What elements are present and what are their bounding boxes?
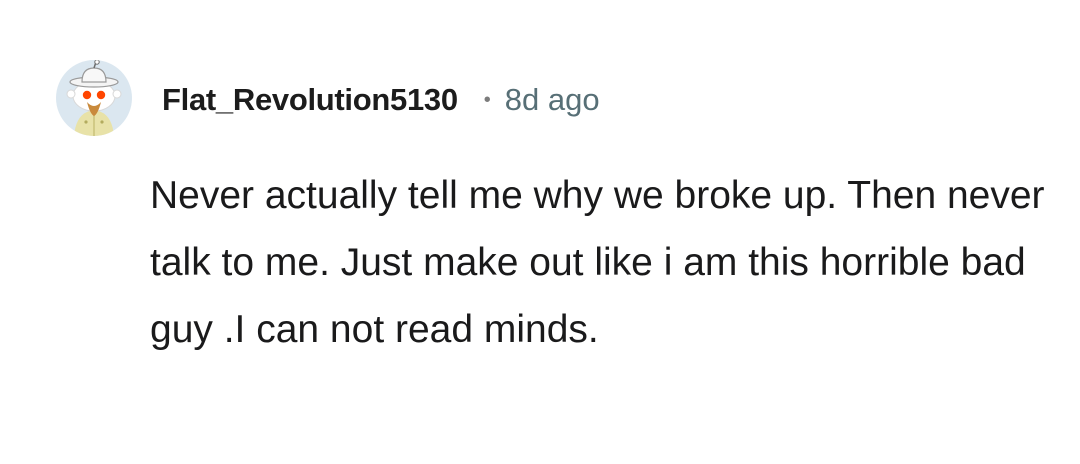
snoo-avatar-icon[interactable] xyxy=(56,60,132,136)
comment-body: Never actually tell me why we broke up. … xyxy=(150,174,1045,351)
username-link[interactable]: Flat_Revolution5130 xyxy=(162,82,458,118)
meta-separator: • xyxy=(483,88,491,111)
comment-meta: Flat_Revolution5130 • 8d ago xyxy=(162,78,600,122)
comment: Flat_Revolution5130 • 8d ago Never actua… xyxy=(0,0,1080,464)
comment-timestamp[interactable]: 8d ago xyxy=(505,82,600,118)
